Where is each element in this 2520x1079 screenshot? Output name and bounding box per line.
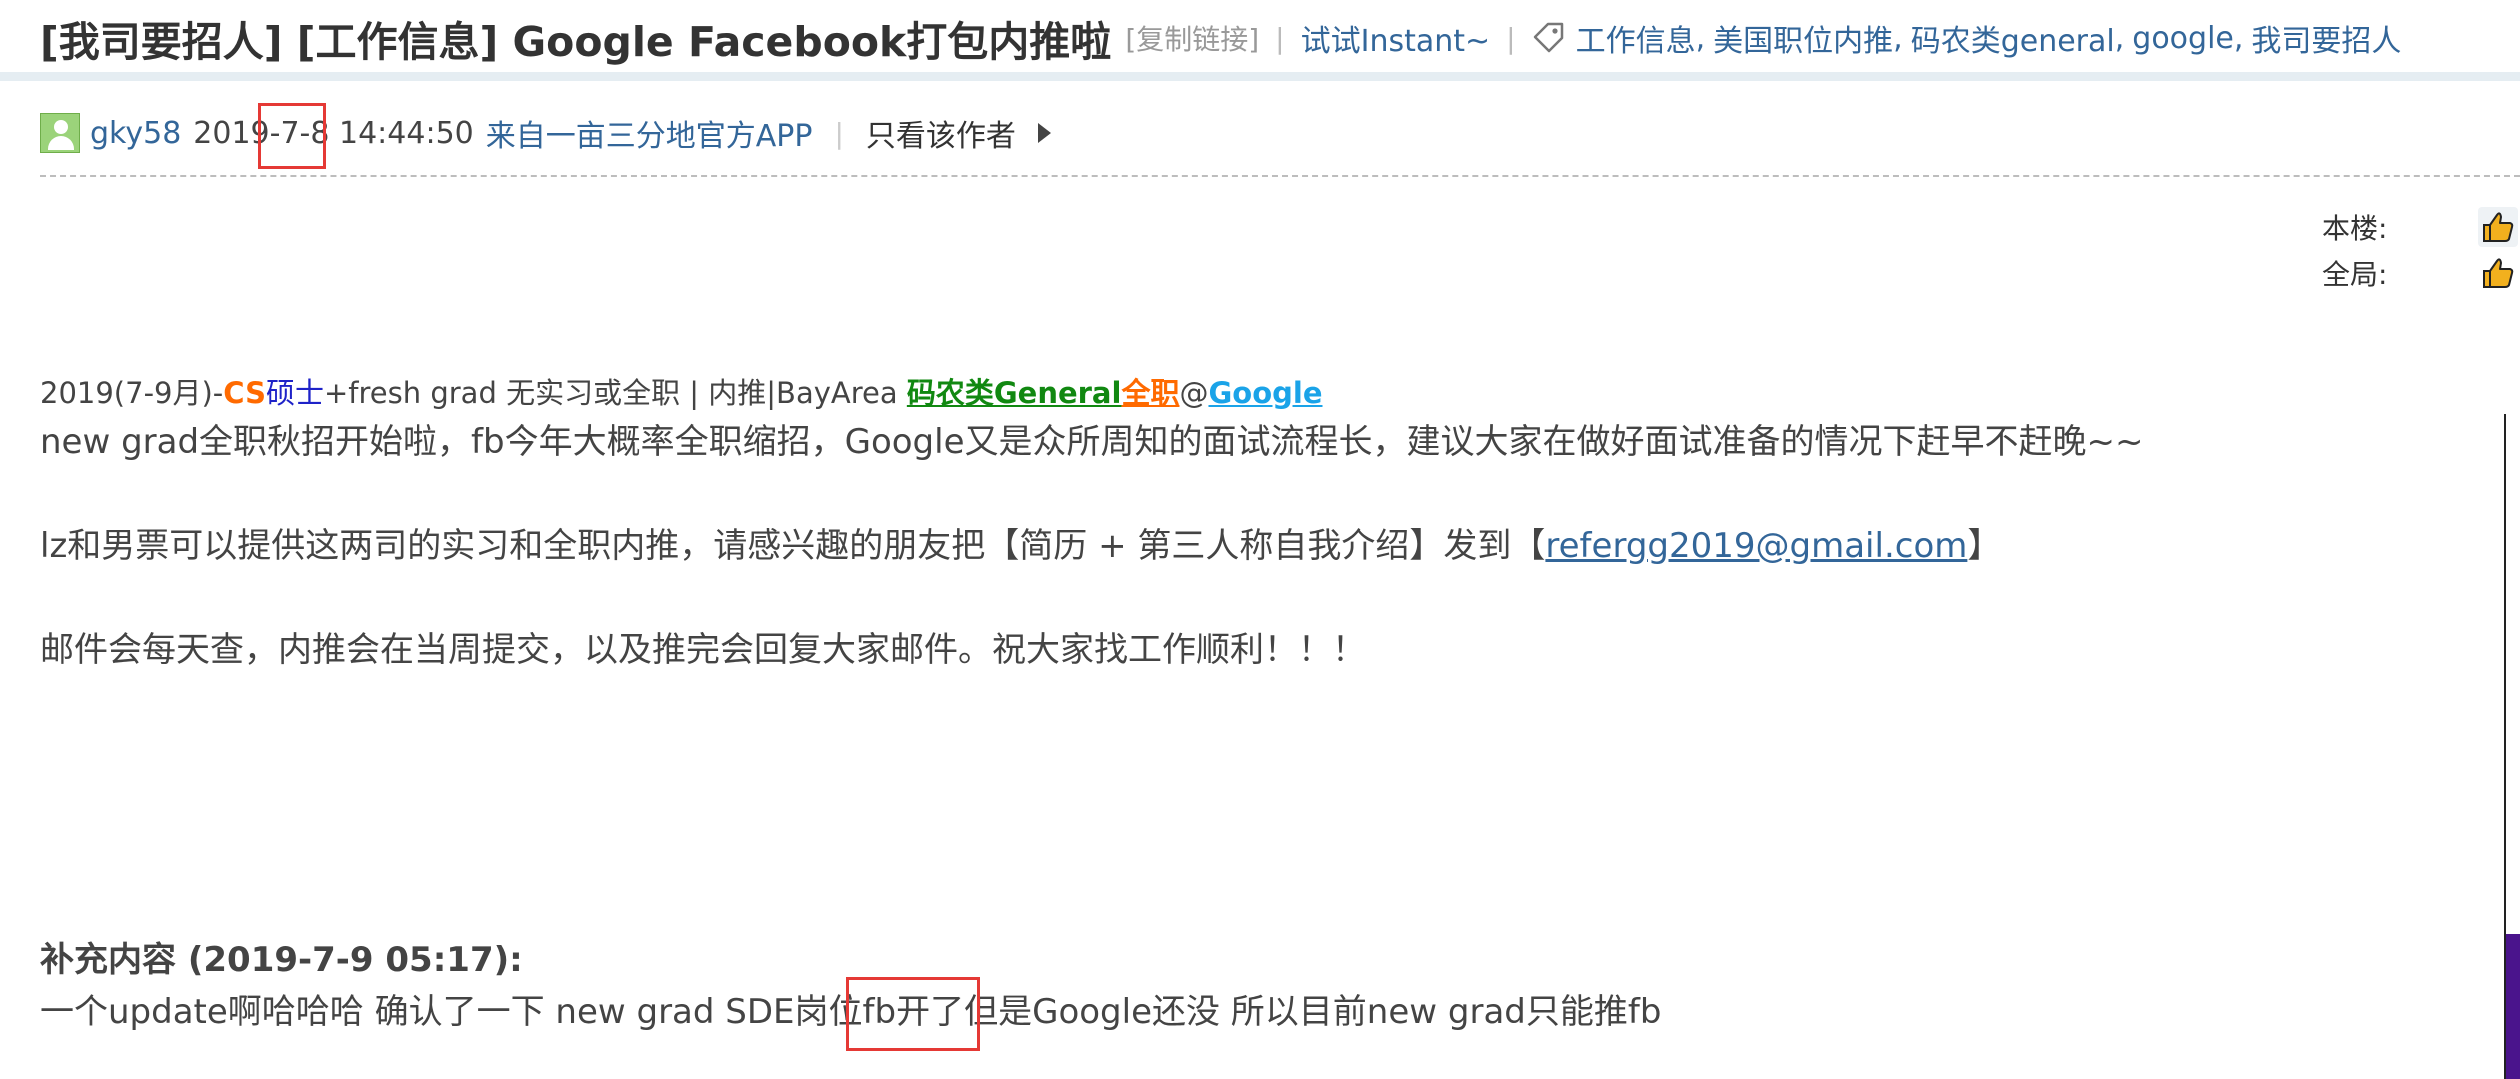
triangle-right-icon[interactable] <box>1037 123 1051 143</box>
copy-link-button[interactable]: [复制链接] <box>1125 18 1259 58</box>
supplement-text: 一个update啊哈哈哈 确认了一下 new grad SDE岗位fb开了但是G… <box>40 992 1662 1032</box>
post-content: 2019(7-9月)-CS硕士+fresh grad 无实习或全职 | 内推|B… <box>40 370 2340 676</box>
company-link[interactable]: Google <box>1208 376 1322 410</box>
global-label: 全局: <box>2322 258 2388 291</box>
header-divider <box>0 72 2520 81</box>
post-paragraph: new grad全职秋招开始啦，fb今年大概率全职缩招，Google又是众所周知… <box>40 422 2144 462</box>
thumbs-up-icon[interactable] <box>2478 207 2518 247</box>
tag-link[interactable]: 我司要招人 <box>2251 16 2401 60</box>
thread-classification: 2019(7-9月)-CS硕士+fresh grad 无实习或全职 | 内推|B… <box>40 376 1323 410</box>
header-separator: | <box>1275 21 1285 55</box>
general-category-link[interactable]: 码农类General <box>907 376 1122 410</box>
thread-header: [我司要招人] [工作信息] Google Facebook打包内推啦 [复制链… <box>40 8 2510 68</box>
only-author-link[interactable]: 只看该作者 <box>866 111 1016 155</box>
supplement-highlighted-text: 位fb开了 <box>828 992 965 1032</box>
post-supplement: 补充内容 (2019-7-9 05:17): 一个update啊哈哈哈 确认了一… <box>40 934 2340 1038</box>
tag-link[interactable]: google <box>2132 21 2234 56</box>
author-divider <box>40 175 2520 177</box>
supplement-title: 补充内容 (2019-7-9 05:17): <box>40 940 523 980</box>
scrollbar-thumb[interactable] <box>2506 934 2520 1079</box>
thread-title: [我司要招人] [工作信息] Google Facebook打包内推啦 <box>40 18 1112 66</box>
thread-page: [我司要招人] [工作信息] Google Facebook打包内推啦 [复制链… <box>0 0 2520 1079</box>
avatar-icon[interactable] <box>40 113 80 153</box>
cs-label: CS <box>223 376 266 410</box>
right-scrollbar[interactable] <box>2504 414 2520 1079</box>
tag-link[interactable]: 工作信息 <box>1576 16 1696 60</box>
tag-list: 工作信息, 美国职位内推, 码农类general, google, 我司要招人 <box>1576 16 2402 60</box>
tag-link[interactable]: 码农类general <box>1911 16 2115 60</box>
email-link[interactable]: refergg2019@gmail.com <box>1545 526 1967 566</box>
thumbs-up-icon[interactable] <box>2478 253 2518 293</box>
fulltime-link[interactable]: 全职 <box>1121 376 1179 410</box>
post-paragraph: lz和男票可以提供这两司的实习和全职内推，请感兴趣的朋友把【简历 + 第三人称自… <box>40 526 2002 566</box>
this-floor-label: 本楼: <box>2322 212 2388 245</box>
masters-label: 硕士 <box>265 376 324 410</box>
header-separator: | <box>1506 21 1516 55</box>
post-paragraph: 邮件会每天查，内推会在当周提交，以及推完会回复大家邮件。祝大家找工作顺利！！！ <box>40 630 1366 670</box>
tag-link[interactable]: 美国职位内推 <box>1713 16 1893 60</box>
post-date-highlighted: -7-8 <box>269 115 330 151</box>
try-instant-link[interactable]: 试试Instant~ <box>1301 16 1491 60</box>
tag-icon <box>1532 21 1566 55</box>
post-source-link[interactable]: 来自一亩三分地官方APP <box>486 111 813 155</box>
post-timestamp: 2019-7-8 14:44:50 <box>193 115 474 151</box>
author-separator: | <box>834 116 844 150</box>
rating-panel: 本楼: 全局: <box>2322 204 2520 296</box>
post-author-bar: gky58 2019-7-8 14:44:50 来自一亩三分地官方APP | 只… <box>40 108 2500 158</box>
author-name-link[interactable]: gky58 <box>90 116 181 151</box>
